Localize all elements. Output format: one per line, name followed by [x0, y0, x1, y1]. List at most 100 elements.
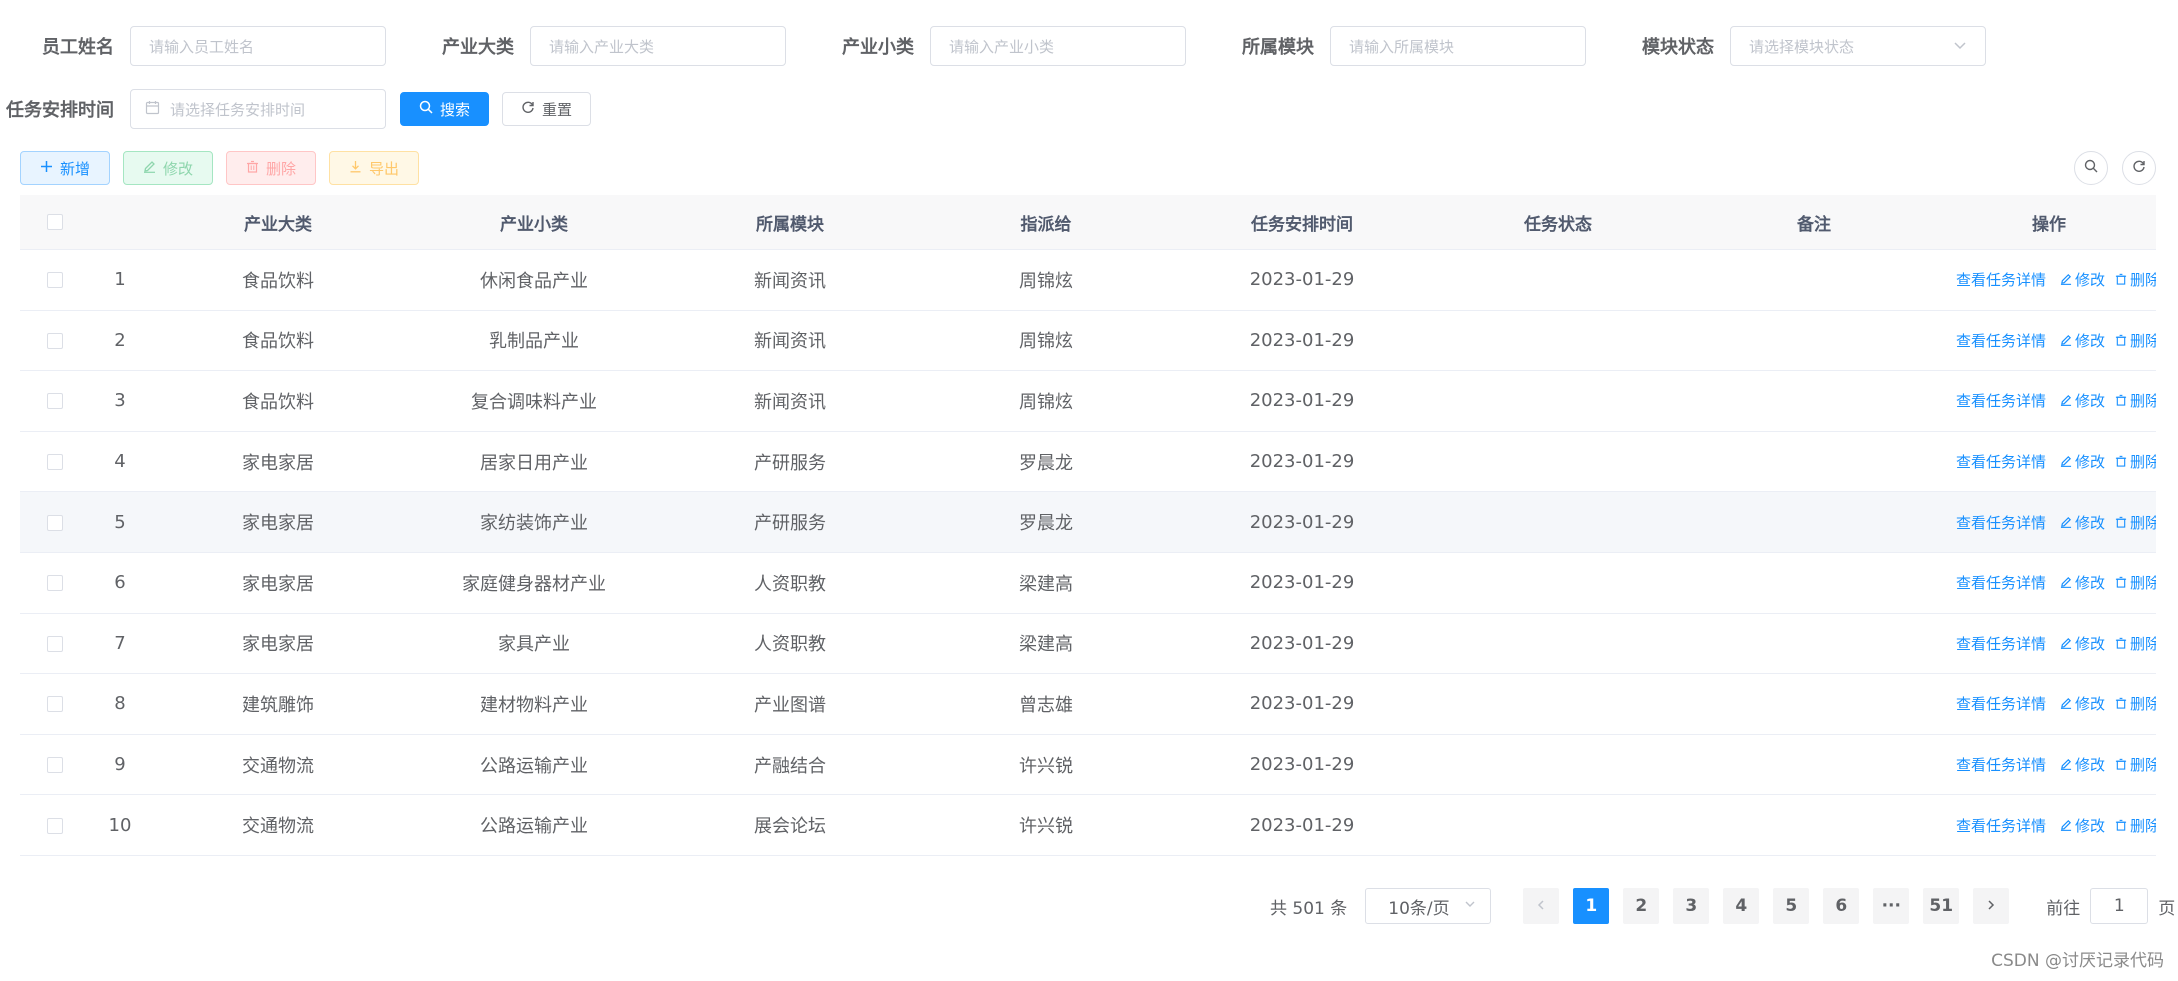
- reset-button[interactable]: 重置: [502, 92, 592, 126]
- watermark: CSDN @讨厌记录代码: [1991, 951, 2164, 971]
- module-status-select[interactable]: 请选择模块状态: [1730, 26, 1986, 66]
- page-1-button[interactable]: 1: [1573, 888, 1610, 924]
- search-item-task-date: 任务安排时间 请选择任务安排时间: [0, 89, 386, 129]
- view-detail-link[interactable]: 查看任务详情: [1956, 695, 2046, 713]
- table-row[interactable]: 2食品饮料乳制品产业新闻资讯周锦炫2023-01-29 查看任务详情 修改 删除: [20, 310, 2156, 372]
- view-detail-link[interactable]: 查看任务详情: [1956, 453, 2046, 471]
- view-detail-link[interactable]: 查看任务详情: [1956, 574, 2046, 592]
- edit-icon: [2060, 695, 2072, 713]
- page-last-button[interactable]: 51: [1923, 888, 1960, 924]
- table-row[interactable]: 5家电家居家纺装饰产业产研服务罗晨龙2023-01-29 查看任务详情 修改 删除: [20, 491, 2156, 553]
- select-all-checkbox[interactable]: [47, 214, 63, 230]
- employee-name-input[interactable]: 请输入员工姓名: [130, 26, 386, 66]
- table-row[interactable]: 3食品饮料复合调味料产业新闻资讯周锦炫2023-01-29 查看任务详情 修改 删除: [20, 370, 2156, 432]
- view-detail-link[interactable]: 查看任务详情: [1956, 392, 2046, 410]
- table-row[interactable]: 8建筑雕饰建材物料产业产业图谱曾志雄2023-01-29 查看任务详情 修改 删除: [20, 673, 2156, 735]
- row-delete-link[interactable]: 删除: [2115, 514, 2156, 532]
- page-size-select[interactable]: 10条/页: [1365, 888, 1492, 924]
- refresh-table-button[interactable]: [2122, 151, 2156, 185]
- row-subcategory: 复合调味料产业: [406, 370, 662, 432]
- search-button[interactable]: 搜索: [400, 92, 490, 126]
- row-delete-link[interactable]: 删除: [2115, 756, 2156, 774]
- table-row[interactable]: 4家电家居居家日用产业产研服务罗晨龙2023-01-29 查看任务详情 修改 删除: [20, 431, 2156, 493]
- edit-button[interactable]: 修改: [123, 151, 213, 185]
- row-checkbox[interactable]: [47, 757, 63, 774]
- row-checkbox[interactable]: [47, 332, 63, 349]
- row-edit-label: 修改: [2075, 331, 2106, 350]
- row-checkbox[interactable]: [47, 272, 63, 289]
- page-4-button[interactable]: 4: [1723, 888, 1760, 924]
- view-detail-label: 查看任务详情: [1956, 453, 2047, 472]
- view-detail-label: 查看任务详情: [1956, 695, 2047, 714]
- row-edit-link[interactable]: 修改: [2060, 332, 2105, 350]
- view-detail-link[interactable]: 查看任务详情: [1956, 514, 2046, 532]
- row-delete-link[interactable]: 删除: [2115, 271, 2156, 289]
- add-button[interactable]: 新增: [20, 151, 110, 185]
- edit-icon: [2060, 392, 2072, 410]
- row-edit-link[interactable]: 修改: [2060, 392, 2105, 410]
- table-row[interactable]: 9交通物流公路运输产业产融结合许兴锐2023-01-29 查看任务详情 修改 删除: [20, 734, 2156, 796]
- row-edit-link[interactable]: 修改: [2060, 514, 2105, 532]
- row-index: 6: [90, 552, 150, 614]
- view-detail-link[interactable]: 查看任务详情: [1956, 817, 2046, 835]
- industry-subcategory-label: 产业小类: [842, 37, 914, 58]
- view-detail-link[interactable]: 查看任务详情: [1956, 635, 2046, 653]
- row-edit-link[interactable]: 修改: [2060, 817, 2105, 835]
- table-row[interactable]: 1食品饮料休闲食品产业新闻资讯周锦炫2023-01-29 查看任务详情 修改 删除: [20, 249, 2156, 311]
- goto-page-input[interactable]: 1: [2090, 888, 2149, 924]
- row-remark: [1686, 673, 1942, 735]
- row-edit-link[interactable]: 修改: [2060, 574, 2105, 592]
- row-checkbox[interactable]: [47, 575, 63, 592]
- page-3-button[interactable]: 3: [1673, 888, 1710, 924]
- page-5-button[interactable]: 5: [1773, 888, 1810, 924]
- row-delete-link[interactable]: 删除: [2115, 817, 2156, 835]
- row-edit-link[interactable]: 修改: [2060, 756, 2105, 774]
- delete-button[interactable]: 删除: [226, 151, 316, 185]
- table-row[interactable]: 10交通物流公路运输产业展会论坛许兴锐2023-01-29 查看任务详情 修改 删除: [20, 794, 2156, 856]
- row-checkbox[interactable]: [47, 635, 63, 652]
- row-category: 建筑雕饰: [150, 673, 406, 735]
- row-delete-link[interactable]: 删除: [2115, 453, 2156, 471]
- row-checkbox[interactable]: [47, 696, 63, 713]
- row-delete-link[interactable]: 删除: [2115, 635, 2156, 653]
- row-select-cell: [20, 370, 90, 432]
- row-checkbox[interactable]: [47, 393, 63, 410]
- row-module: 产研服务: [662, 431, 918, 493]
- export-button[interactable]: 导出: [329, 151, 419, 185]
- toggle-search-button[interactable]: [2074, 151, 2108, 185]
- next-page-button[interactable]: [1973, 888, 2010, 924]
- header-subcategory: 产业小类: [406, 195, 662, 250]
- view-detail-link[interactable]: 查看任务详情: [1956, 332, 2046, 350]
- search-button-label: 搜索: [440, 100, 471, 119]
- row-edit-link[interactable]: 修改: [2060, 271, 2105, 289]
- search-icon: [2084, 159, 2098, 177]
- row-checkbox[interactable]: [47, 454, 63, 471]
- row-edit-link[interactable]: 修改: [2060, 453, 2105, 471]
- view-detail-link[interactable]: 查看任务详情: [1956, 271, 2046, 289]
- view-detail-link[interactable]: 查看任务详情: [1956, 756, 2046, 774]
- edit-icon: [143, 159, 156, 177]
- task-date-picker[interactable]: 请选择任务安排时间: [130, 89, 386, 129]
- row-edit-link[interactable]: 修改: [2060, 635, 2105, 653]
- row-delete-link[interactable]: 删除: [2115, 392, 2156, 410]
- table-row[interactable]: 7家电家居家具产业人资职教梁建高2023-01-29 查看任务详情 修改 删除: [20, 613, 2156, 675]
- row-edit-link[interactable]: 修改: [2060, 695, 2105, 713]
- row-select-cell: [20, 491, 90, 553]
- row-actions: 查看任务详情 修改 删除: [1942, 552, 2156, 614]
- row-delete-link[interactable]: 删除: [2115, 574, 2156, 592]
- industry-subcategory-input[interactable]: 请输入产业小类: [930, 26, 1186, 66]
- view-detail-label: 查看任务详情: [1956, 271, 2047, 290]
- row-delete-link[interactable]: 删除: [2115, 332, 2156, 350]
- page-2-button[interactable]: 2: [1623, 888, 1660, 924]
- page-6-button[interactable]: 6: [1823, 888, 1860, 924]
- row-delete-link[interactable]: 删除: [2115, 695, 2156, 713]
- more-pages-button[interactable]: ···: [1873, 888, 1910, 924]
- prev-page-button[interactable]: [1523, 888, 1560, 924]
- row-checkbox[interactable]: [47, 817, 63, 834]
- table-row[interactable]: 6家电家居家庭健身器材产业人资职教梁建高2023-01-29 查看任务详情 修改 删除: [20, 552, 2156, 614]
- row-task-status: [1430, 370, 1686, 432]
- row-checkbox[interactable]: [47, 514, 63, 531]
- row-task-status: [1430, 794, 1686, 856]
- module-input[interactable]: 请输入所属模块: [1330, 26, 1586, 66]
- industry-category-input[interactable]: 请输入产业大类: [530, 26, 786, 66]
